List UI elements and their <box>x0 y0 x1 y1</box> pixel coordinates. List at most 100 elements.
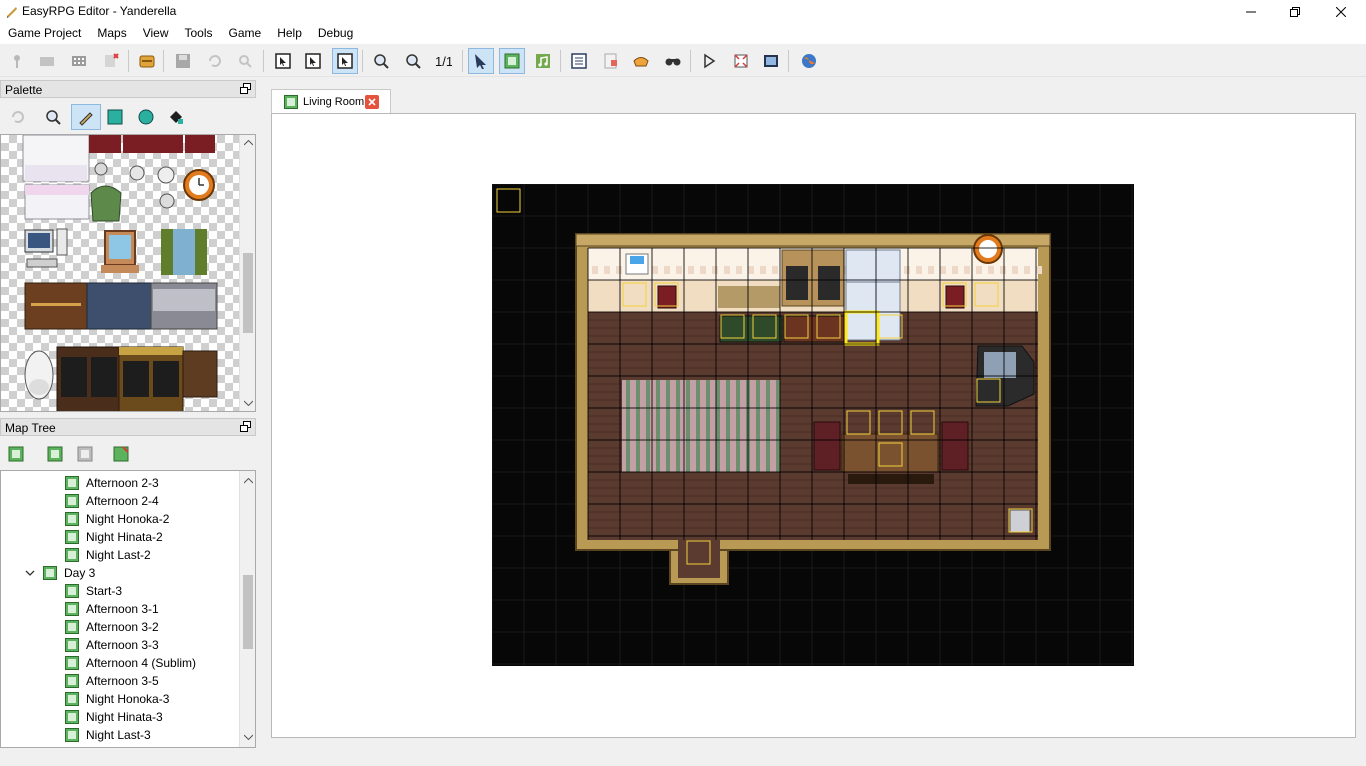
zoom-disabled-button[interactable] <box>232 48 258 74</box>
new-project-button[interactable] <box>4 48 30 74</box>
tree-item[interactable]: Afternoon 2-4 <box>65 492 159 510</box>
save-button[interactable] <box>170 48 196 74</box>
layer-lower-button[interactable] <box>270 48 296 74</box>
maptree-panel-header: Map Tree <box>0 418 256 436</box>
palette-zoom-button[interactable] <box>40 104 66 130</box>
fullscreen-icon <box>734 54 748 68</box>
zoom-1-1-button[interactable]: 1/1 <box>430 48 456 74</box>
close-project-button[interactable] <box>66 48 92 74</box>
import-map-button[interactable] <box>108 441 134 467</box>
maptree-scrollbar[interactable] <box>239 471 255 747</box>
palette-scrollbar[interactable] <box>239 135 255 411</box>
palette-pen-button[interactable] <box>71 104 101 130</box>
revert-icon <box>105 53 119 67</box>
close-project-icon <box>72 56 86 66</box>
new-map-button[interactable] <box>3 441 29 467</box>
scroll-down-icon[interactable] <box>240 729 255 745</box>
zoom-in-button[interactable] <box>368 48 394 74</box>
palette-scroll-thumb[interactable] <box>243 253 253 333</box>
material-button[interactable] <box>598 48 624 74</box>
scroll-up-icon[interactable] <box>240 135 255 151</box>
close-icon <box>1336 7 1346 17</box>
trash-can <box>1009 509 1031 533</box>
palette-circle-button[interactable] <box>133 104 159 130</box>
tab-living-room[interactable]: Living Room <box>271 89 391 113</box>
layer-events-button[interactable] <box>332 48 358 74</box>
menu-game[interactable]: Game <box>221 24 270 44</box>
menu-maps[interactable]: Maps <box>89 24 134 44</box>
play-button[interactable] <box>696 48 722 74</box>
music-icon <box>536 54 550 68</box>
palette-rectangle-button[interactable] <box>102 104 128 130</box>
tab-close-icon[interactable] <box>365 95 379 109</box>
tree-item-label: Day 3 <box>64 566 96 580</box>
tree-item[interactable]: Afternoon 3-1 <box>65 600 159 618</box>
fullscreen-button[interactable] <box>728 48 754 74</box>
tree-item-label: Night Honoka-2 <box>86 512 170 526</box>
resource-icon <box>633 57 649 67</box>
tileset-canvas[interactable] <box>1 135 241 411</box>
tileset-palette[interactable] <box>0 134 256 412</box>
svg-text:1/1: 1/1 <box>435 54 452 69</box>
select-tool-button[interactable] <box>468 48 494 74</box>
undo-icon <box>12 111 24 123</box>
tree-item-label: Afternoon 3-2 <box>86 620 159 634</box>
menu-view[interactable]: View <box>135 24 177 44</box>
map-render[interactable] <box>492 184 1134 666</box>
zoom-out-button[interactable] <box>400 48 426 74</box>
pencil-map-button[interactable] <box>499 48 525 74</box>
undo-icon <box>209 55 221 67</box>
revert-button[interactable] <box>98 48 124 74</box>
minimize-icon <box>1246 11 1256 13</box>
restore-button[interactable] <box>1272 0 1318 24</box>
tree-item[interactable]: Night Last-2 <box>65 546 151 564</box>
music-button[interactable] <box>530 48 556 74</box>
tree-item[interactable]: Night Last-3 <box>65 726 151 744</box>
palette-undo-button[interactable] <box>5 104 31 130</box>
title-icon <box>764 55 778 67</box>
globe-icon <box>802 54 816 68</box>
minimize-button[interactable] <box>1228 0 1274 24</box>
map-icon <box>43 566 57 580</box>
tree-item[interactable]: Night Honoka-2 <box>65 510 169 528</box>
maptree-scroll-thumb[interactable] <box>243 575 253 649</box>
scroll-up-icon[interactable] <box>240 473 255 489</box>
tree-item[interactable]: Day 3 <box>25 564 95 582</box>
map-icon <box>65 494 79 508</box>
undo-button[interactable] <box>202 48 228 74</box>
menu-tools[interactable]: Tools <box>177 24 221 44</box>
tree-item[interactable]: Afternoon 4 (Sublim) <box>65 654 196 672</box>
menu-game-project[interactable]: Game Project <box>0 24 89 44</box>
delete-map-button[interactable] <box>72 441 98 467</box>
layer-upper-button[interactable] <box>300 48 326 74</box>
title-button[interactable] <box>758 48 784 74</box>
tree-item[interactable]: Night Hinata-2 <box>65 528 163 546</box>
close-window-button[interactable] <box>1318 0 1364 24</box>
tree-item[interactable]: Afternoon 3-3 <box>65 636 159 654</box>
main-toolbar: 1/1 <box>0 45 1366 77</box>
tree-item[interactable]: Night Honoka-3 <box>65 690 169 708</box>
map-view-living-room[interactable] <box>492 184 1134 666</box>
float-panel-icon[interactable] <box>240 421 251 432</box>
menu-help[interactable]: Help <box>269 24 310 44</box>
tree-item[interactable]: Afternoon 2-3 <box>65 474 159 492</box>
palette-fill-button[interactable] <box>163 104 189 130</box>
tree-item[interactable]: Afternoon 3-5 <box>65 672 159 690</box>
tree-item[interactable]: Night Hinata-3 <box>65 708 163 726</box>
map-icon <box>65 656 79 670</box>
tree-item-label: Afternoon 3-5 <box>86 674 159 688</box>
open-project-button[interactable] <box>34 48 60 74</box>
scroll-down-icon[interactable] <box>240 395 255 411</box>
tree-item[interactable]: Afternoon 3-2 <box>65 618 159 636</box>
map-properties-button[interactable] <box>42 441 68 467</box>
search-button[interactable] <box>660 48 686 74</box>
menu-debug[interactable]: Debug <box>310 24 361 44</box>
open-database-button[interactable] <box>134 48 160 74</box>
chevron-down-icon[interactable] <box>25 568 35 578</box>
globe-button[interactable] <box>796 48 822 74</box>
resource-button[interactable] <box>628 48 654 74</box>
tree-item[interactable]: Start-3 <box>65 582 122 600</box>
script-button[interactable] <box>566 48 592 74</box>
map-tree[interactable]: Afternoon 2-3 Afternoon 2-4 Night Honoka-2… <box>0 470 256 748</box>
float-panel-icon[interactable] <box>240 83 251 94</box>
